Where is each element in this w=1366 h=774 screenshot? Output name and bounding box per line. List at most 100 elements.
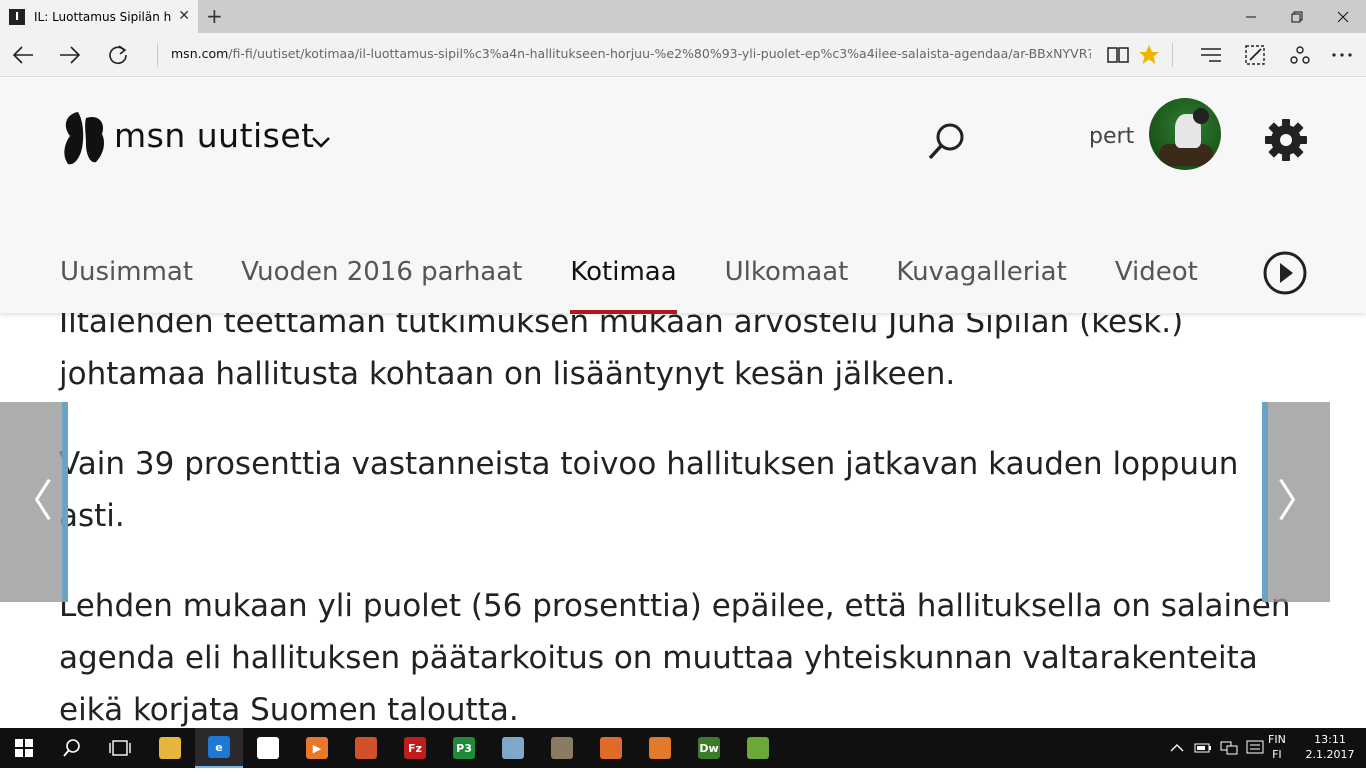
search-icon: [63, 739, 80, 757]
msn-header: msn uutiset pert Uusimmat Vuoden 2016 pa…: [0, 78, 1366, 314]
clock[interactable]: 13:11 2.1.2017: [1300, 732, 1360, 762]
book-icon: [1107, 47, 1129, 63]
favorite-button[interactable]: [1135, 42, 1163, 68]
more-actions-button[interactable]: [1328, 42, 1356, 68]
url-host: msn.com: [171, 46, 229, 61]
minimize-button[interactable]: [1228, 0, 1274, 33]
nav-scroll-right-icon[interactable]: [1262, 250, 1308, 296]
taskbar-app-eye-app[interactable]: [587, 728, 635, 768]
edge-icon: e: [208, 736, 230, 758]
tab-videot[interactable]: Videot: [1115, 254, 1198, 314]
url-path: /fi-fi/uutiset/kotimaa/il-luottamus-sipi…: [228, 46, 1091, 61]
taskbar-app-file-explorer[interactable]: [146, 728, 194, 768]
avatar[interactable]: [1149, 98, 1221, 170]
tab-kotimaa[interactable]: Kotimaa: [570, 254, 677, 314]
taskbar-app-spreadsheet-app[interactable]: [734, 728, 782, 768]
taskbar-app-store[interactable]: [244, 728, 292, 768]
article-paragraph: Vain 39 prosenttia vastanneista toivoo h…: [59, 446, 1239, 534]
taskbar-app-dreamweaver[interactable]: Dw: [685, 728, 733, 768]
restore-button[interactable]: [1274, 0, 1320, 33]
taskbar-app-media-player[interactable]: ▶: [293, 728, 341, 768]
paint-app-icon: [355, 737, 377, 759]
category-nav: Uusimmat Vuoden 2016 parhaat Kotimaa Ulk…: [60, 254, 1246, 314]
close-icon: [1337, 11, 1349, 22]
html-app-icon: [649, 737, 671, 759]
browser-tab-strip: I IL: Luottamus Sipilän ha ✕ +: [0, 0, 1366, 33]
previous-article-button[interactable]: 〈: [0, 402, 68, 602]
media-player-icon: ▶: [306, 737, 328, 759]
gimp-app-icon: [551, 737, 573, 759]
close-window-button[interactable]: [1320, 0, 1366, 33]
star-icon: [1139, 45, 1159, 64]
refresh-icon: [109, 45, 127, 65]
share-button[interactable]: [1286, 42, 1314, 68]
notepad-app-icon: [502, 737, 524, 759]
search-icon[interactable]: [926, 120, 968, 162]
task-view-icon: [109, 740, 131, 756]
web-note-icon: [1245, 45, 1265, 65]
eye-app-icon: [600, 737, 622, 759]
iltalehti-favicon-icon: I: [9, 8, 25, 25]
tab-ulkomaat[interactable]: Ulkomaat: [725, 254, 849, 314]
clock-date: 2.1.2017: [1305, 748, 1355, 761]
share-icon: [1290, 46, 1310, 64]
chevron-right-icon: 〉: [1277, 476, 1321, 527]
next-article-button[interactable]: 〉: [1262, 402, 1330, 602]
back-arrow-icon: [12, 46, 33, 64]
task-view-button[interactable]: [96, 728, 144, 768]
new-tab-button[interactable]: +: [206, 5, 223, 27]
article-paragraph: Lehden mukaan yli puolet (56 prosenttia)…: [59, 588, 1291, 728]
tab-vuoden-2016-parhaat[interactable]: Vuoden 2016 parhaat: [241, 254, 522, 314]
filezilla-icon: Fz: [404, 737, 426, 759]
taskbar-app-edge[interactable]: e: [195, 728, 243, 768]
toolbar-separator: [1172, 43, 1173, 67]
tab-kuvagalleriat[interactable]: Kuvagalleriat: [896, 254, 1066, 314]
chevron-down-icon[interactable]: [311, 136, 331, 150]
notification-icon[interactable]: [1246, 740, 1264, 756]
web-note-button[interactable]: [1241, 42, 1269, 68]
tab-uusimmat[interactable]: Uusimmat: [60, 254, 193, 314]
taskbar-app-notepad-app[interactable]: [489, 728, 537, 768]
chevron-up-icon[interactable]: [1170, 743, 1184, 753]
start-button[interactable]: [0, 728, 48, 768]
taskbar-app-filezilla[interactable]: Fz: [391, 728, 439, 768]
windows-taskbar: e ▶ Fz P3 Dw FIN FI 13:11 2.1.2017: [0, 728, 1366, 768]
taskbar-app-p3-app[interactable]: P3: [440, 728, 488, 768]
battery-icon[interactable]: [1194, 742, 1212, 754]
hub-button[interactable]: [1197, 42, 1225, 68]
refresh-button[interactable]: [104, 42, 132, 68]
network-icon[interactable]: [1220, 740, 1238, 756]
windows-logo-icon: [15, 739, 33, 757]
taskbar-app-gimp-app[interactable]: [538, 728, 586, 768]
browser-tab[interactable]: I IL: Luottamus Sipilän ha ✕: [0, 0, 198, 33]
reading-view-button[interactable]: [1104, 42, 1132, 68]
file-explorer-icon: [159, 737, 181, 759]
browser-toolbar: msn.com/fi-fi/uutiset/kotimaa/il-luottam…: [0, 33, 1366, 77]
store-icon: [257, 737, 279, 759]
article-body: Iltalehden teettämän tutkimuksen mukaan …: [59, 296, 1309, 774]
minimize-icon: [1246, 16, 1256, 17]
forward-button[interactable]: [56, 42, 84, 68]
chevron-left-icon: 〈: [9, 476, 53, 527]
hub-icon: [1201, 48, 1221, 62]
dreamweaver-icon: Dw: [698, 737, 720, 759]
restore-icon: [1291, 11, 1303, 22]
user-name[interactable]: pert: [1089, 124, 1134, 149]
system-tray: [1170, 728, 1264, 768]
msn-butterfly-icon[interactable]: [60, 108, 108, 168]
input-language[interactable]: FIN FI: [1268, 732, 1286, 762]
url-separator: [157, 43, 158, 67]
tab-close-icon[interactable]: ✕: [178, 8, 190, 24]
taskbar-app-paint-app[interactable]: [342, 728, 390, 768]
p3-app-icon: P3: [453, 737, 475, 759]
taskbar-app-html-app[interactable]: [636, 728, 684, 768]
site-brand[interactable]: msn uutiset: [114, 116, 315, 155]
forward-arrow-icon: [60, 46, 81, 64]
gear-icon[interactable]: [1264, 118, 1308, 162]
search-taskbar-button[interactable]: [48, 728, 96, 768]
back-button[interactable]: [9, 42, 37, 68]
address-bar[interactable]: msn.com/fi-fi/uutiset/kotimaa/il-luottam…: [171, 46, 1091, 61]
more-icon: [1332, 53, 1352, 57]
clock-time: 13:11: [1314, 733, 1346, 746]
tab-title: IL: Luottamus Sipilän ha: [34, 9, 172, 24]
